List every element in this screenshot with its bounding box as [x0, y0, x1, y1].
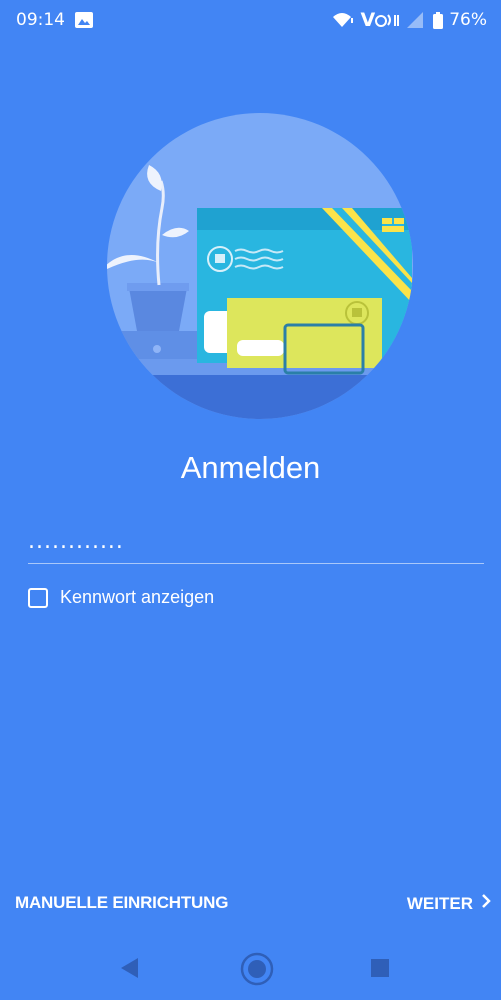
- status-bar-left: 09:14: [16, 10, 93, 30]
- next-button[interactable]: WEITER: [407, 893, 491, 914]
- show-password-label: Kennwort anzeigen: [60, 587, 215, 607]
- next-button-label: WEITER: [406, 893, 473, 913]
- volte-label: V: [360, 9, 376, 31]
- status-bar: 09:14 V 76%: [0, 0, 501, 40]
- chevron-right-icon: [481, 893, 491, 914]
- bottom-actions: MANUELLE EINRICHTUNG WEITER: [0, 893, 501, 923]
- navigation-bar: [0, 940, 501, 1000]
- login-illustration: [107, 113, 413, 419]
- manual-setup-button[interactable]: MANUELLE EINRICHTUNG: [15, 893, 228, 913]
- status-time: 09:14: [16, 10, 65, 30]
- status-bar-right: V 76%: [332, 9, 487, 31]
- password-field[interactable]: [28, 524, 484, 564]
- battery-icon: [433, 11, 444, 29]
- back-icon[interactable]: [118, 956, 140, 985]
- show-password-checkbox[interactable]: [28, 587, 48, 608]
- wifi-icon: [332, 12, 354, 28]
- image-icon: [75, 12, 93, 28]
- home-icon[interactable]: [240, 952, 274, 991]
- recents-icon[interactable]: [370, 958, 390, 983]
- battery-percent: 76%: [449, 10, 487, 30]
- signal-icon: [407, 12, 427, 28]
- page-title: Anmelden: [180, 450, 321, 485]
- volte-icon: V: [360, 9, 401, 31]
- show-password-toggle[interactable]: Kennwort anzeigen: [28, 587, 214, 608]
